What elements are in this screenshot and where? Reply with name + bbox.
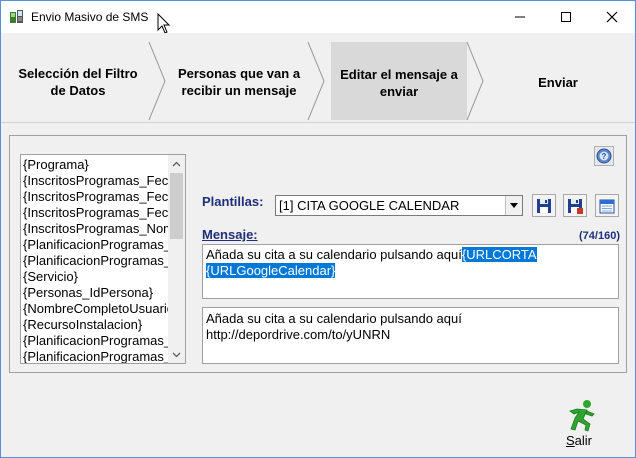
step-recipients-line2: recibir un mensaje <box>181 83 297 98</box>
minimize-icon <box>515 16 525 17</box>
templates-label: Plantillas: <box>202 194 264 209</box>
fields-list: {Programa}{InscritosProgramas_FechaAlta}… <box>21 155 175 363</box>
preview-line-2: http://depordrive.com/to/yUNRN <box>206 327 391 342</box>
exit-label-mnemonic: S <box>565 433 575 448</box>
wizard-steps-bar: Selección del Filtro de Datos Personas q… <box>1 33 635 123</box>
save-as-icon <box>568 198 583 214</box>
chevron-down-icon <box>172 352 181 357</box>
step-send-line1: Enviar <box>538 75 578 90</box>
calendar-icon <box>599 199 615 213</box>
character-counter: (74/160) <box>579 230 620 242</box>
chevron-up-icon <box>172 161 181 166</box>
save-as-template-button[interactable] <box>563 194 587 217</box>
field-list-item[interactable]: {InscritosProgramas_FechaAlta} <box>23 173 175 189</box>
message-label: Mensaje: <box>202 227 258 242</box>
help-button[interactable]: ? <box>594 146 614 166</box>
templates-dropdown-button[interactable] <box>505 196 522 215</box>
save-template-button[interactable] <box>532 194 556 217</box>
title-bar: Envio Masivo de SMS <box>1 1 635 34</box>
exit-label: Salir <box>555 433 603 448</box>
message-selected-text-2: {URLGoogleCalendar} <box>206 263 336 278</box>
scroll-down-button[interactable] <box>168 346 185 363</box>
step-edit-message-line1: Editar el mensaje a <box>340 67 458 82</box>
message-editor-panel: {Programa}{InscritosProgramas_FechaAlta}… <box>9 135 627 373</box>
field-list-item[interactable]: {PlanificacionProgramas_Fin} <box>23 349 175 363</box>
step-filter-selection[interactable]: Selección del Filtro de Datos <box>11 65 145 99</box>
field-list-item[interactable]: {InscritosProgramas_FechaInicio} <box>23 205 175 221</box>
field-list-item[interactable]: {InscritosProgramas_FechaBaja} <box>23 189 175 205</box>
close-button[interactable] <box>589 1 635 32</box>
exit-label-rest: alir <box>574 433 592 448</box>
step-send[interactable]: Enviar <box>501 74 615 91</box>
minimize-button[interactable] <box>497 1 543 32</box>
message-preview: Añada su cita a su calendario pulsando a… <box>202 307 619 364</box>
templates-selected-value: [1] CITA GOOGLE CALENDAR <box>279 198 460 213</box>
calendar-button[interactable] <box>595 194 619 217</box>
scroll-thumb[interactable] <box>170 173 183 239</box>
caret-down-icon <box>510 203 518 208</box>
help-icon: ? <box>596 148 612 164</box>
app-sms-icon <box>10 10 23 23</box>
main-window: Envio Masivo de SMS Selección del Filtro… <box>0 0 636 458</box>
field-list-item[interactable]: {PlanificacionProgramas_Dia} <box>23 237 175 253</box>
close-icon <box>606 11 618 22</box>
exit-button[interactable]: Salir <box>555 399 603 451</box>
fields-scrollbar[interactable] <box>168 155 185 363</box>
maximize-button[interactable] <box>543 1 589 32</box>
message-textarea[interactable]: Añada su cita a su calendario pulsando a… <box>202 244 619 299</box>
field-list-item[interactable]: {InscritosProgramas_NombrePrograma} <box>23 221 175 237</box>
field-list-item[interactable]: {RecursoInstalacion} <box>23 317 175 333</box>
message-text: Añada su cita a su calendario pulsando a… <box>206 247 462 262</box>
step-edit-message-line2: enviar <box>379 84 419 99</box>
mouse-cursor-icon <box>157 13 171 34</box>
step-filter-selection-line2: de Datos <box>50 83 106 98</box>
field-list-item[interactable]: {Personas_IdPersona} <box>23 285 175 301</box>
window-title: Envio Masivo de SMS <box>31 10 149 24</box>
step-edit-message[interactable]: Editar el mensaje a enviar <box>331 66 467 100</box>
field-list-item[interactable]: {NombreCompletoUsuario} <box>23 301 175 317</box>
scroll-up-button[interactable] <box>168 155 185 172</box>
field-list-item[interactable]: {Servicio} <box>23 269 175 285</box>
preview-line-1: Añada su cita a su calendario pulsando a… <box>206 311 462 326</box>
fields-listbox[interactable]: {Programa}{InscritosProgramas_FechaAlta}… <box>20 154 186 364</box>
maximize-icon <box>561 11 571 22</box>
field-list-item[interactable]: {PlanificacionProgramas_Inicio} <box>23 333 175 349</box>
step-recipients[interactable]: Personas que van a recibir un mensaje <box>169 65 309 99</box>
svg-text:?: ? <box>602 152 607 161</box>
step-filter-selection-line1: Selección del Filtro <box>18 66 138 81</box>
field-list-item[interactable]: {PlanificacionProgramas_Hora} <box>23 253 175 269</box>
field-list-item[interactable]: {Programa} <box>23 157 175 173</box>
running-man-icon <box>569 400 595 432</box>
save-icon <box>537 198 551 213</box>
step-recipients-line1: Personas que van a <box>177 66 301 81</box>
message-selected-text-1: {URLCORTA <box>461 247 537 262</box>
templates-select[interactable]: [1] CITA GOOGLE CALENDAR <box>275 195 523 216</box>
